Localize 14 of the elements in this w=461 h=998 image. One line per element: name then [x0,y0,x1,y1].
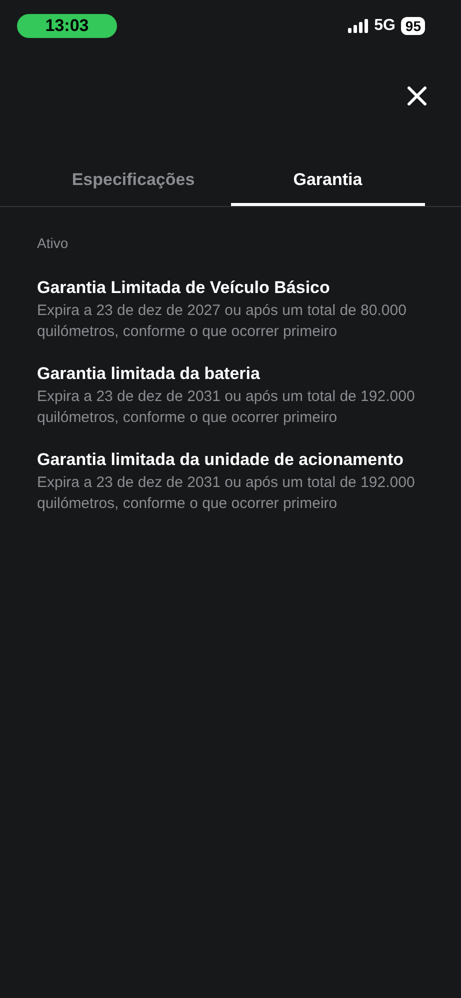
warranty-title: Garantia limitada da unidade de acionamento [37,449,405,471]
close-icon[interactable] [407,86,427,106]
warranty-title: Garantia Limitada de Veículo Básico [37,277,331,299]
tab[interactable]: Especificações [36,156,230,206]
warranty-description: Expira a 23 de dez de 2031 ou após um total de 192.000 quilómetros, conforme o que ocorrer primeiro [37,473,416,514]
tab[interactable]: Garantia [230,156,425,206]
warranty-title: Garantia limitada da bateria [37,363,261,385]
warranty-description: Expira a 23 de dez de 2027 ou após um total de 80.000 quilómetros, conforme o que ocorrer primeiro [37,301,408,342]
network-label: 5G [374,16,396,36]
battery-level: 95 [401,17,425,35]
status-time: 13:03 [17,14,117,38]
signal-icon [348,19,368,33]
warranty-description: Expira a 23 de dez de 2031 ou após um total de 192.000 quilómetros, conforme o que ocorrer primeiro [37,387,416,428]
section-title: Ativo [37,234,70,253]
